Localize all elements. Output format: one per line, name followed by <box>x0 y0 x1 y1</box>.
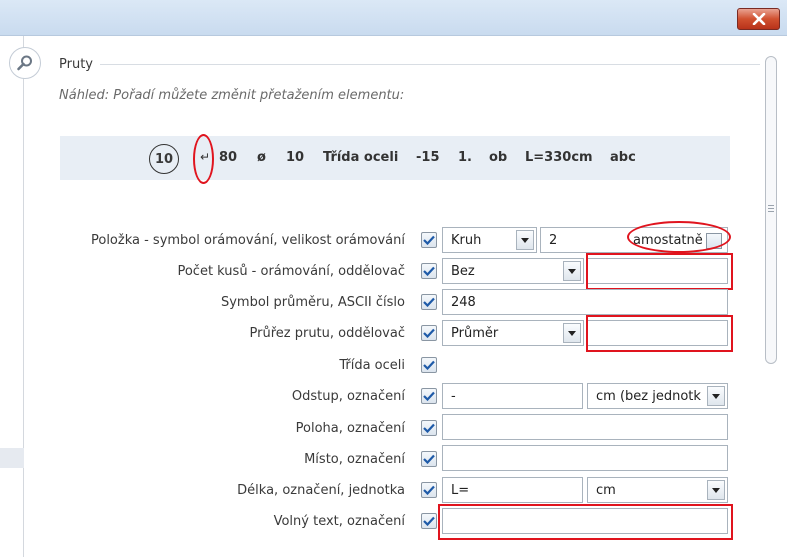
combo-length-unit-value: cm <box>596 482 616 498</box>
combo-length-unit[interactable]: cm <box>587 477 728 503</box>
check-icon <box>423 266 435 276</box>
label-position: Poloha, označení <box>295 421 405 436</box>
label-item-frame: Položka - symbol orámování, velikost orá… <box>90 233 405 248</box>
checkbox-position[interactable] <box>421 420 437 436</box>
close-x-icon <box>752 13 765 25</box>
highlight-box-free-text <box>438 504 733 540</box>
preview-item-spacing[interactable]: -15 <box>416 150 440 165</box>
combo-frame-shape-value: Kruh <box>451 232 482 248</box>
chevron-down-icon <box>712 393 720 399</box>
input-place-mark[interactable] <box>442 445 728 471</box>
label-spacing: Odstup, označení <box>291 389 405 404</box>
input-ascii-code[interactable]: 248 <box>442 289 728 315</box>
input-length-mark[interactable]: L= <box>442 477 583 503</box>
check-icon <box>423 360 435 370</box>
combo-spacing-unit[interactable]: cm (bez jednotk <box>587 383 728 409</box>
preview-item-circle[interactable]: 10 <box>149 144 179 174</box>
preview-item-diameter-symbol[interactable]: ø <box>257 150 266 165</box>
label-bar-section: Průřez prutu, oddělovač <box>249 326 405 341</box>
title-bar <box>0 0 787 36</box>
label-length: Délka, označení, jednotka <box>237 483 405 498</box>
checkbox-item-frame[interactable] <box>421 232 437 248</box>
chevron-down-icon <box>712 487 720 493</box>
input-frame-size-value: 2 <box>549 232 558 248</box>
label-piece-count: Počet kusů - orámování, oddělovač <box>177 264 405 279</box>
checkbox-free-text[interactable] <box>421 513 437 529</box>
checkbox-diameter-symbol[interactable] <box>421 294 437 310</box>
input-spacing-mark[interactable]: - <box>442 383 583 409</box>
check-icon <box>423 235 435 245</box>
check-icon <box>423 454 435 464</box>
preview-item-steel-class[interactable]: Třída oceli <box>323 150 398 165</box>
preview-item-text[interactable]: abc <box>610 150 636 165</box>
label-diameter-symbol: Symbol průměru, ASCII číslo <box>220 295 405 310</box>
label-steel-class: Třída oceli <box>339 358 405 373</box>
preview-item-diameter[interactable]: 10 <box>286 150 304 165</box>
combo-bar-section-value: Průměr <box>451 325 499 341</box>
checkbox-bar-section[interactable] <box>421 325 437 341</box>
close-button[interactable] <box>737 8 780 30</box>
scrollbar-grip-icon <box>768 205 774 213</box>
chevron-down-icon <box>521 237 529 243</box>
preview-item-position[interactable]: 1. <box>458 150 472 165</box>
dropdown-button[interactable] <box>516 230 534 250</box>
side-rail-band <box>0 448 24 468</box>
check-icon <box>423 391 435 401</box>
dropdown-button[interactable] <box>707 480 725 500</box>
input-length-mark-value: L= <box>451 482 470 498</box>
label-place: Místo, označení <box>304 452 405 467</box>
highlight-ellipse-separately <box>627 221 731 253</box>
input-ascii-code-value: 248 <box>451 294 476 310</box>
preview-item-count[interactable]: 80 <box>219 150 237 165</box>
section-title: Pruty <box>59 57 93 72</box>
combo-piece-frame-value: Bez <box>451 263 475 279</box>
side-rail-line <box>23 36 24 557</box>
checkbox-place[interactable] <box>421 451 437 467</box>
checkbox-spacing[interactable] <box>421 388 437 404</box>
preview-item-place[interactable]: ob <box>489 150 507 165</box>
check-icon <box>423 328 435 338</box>
dropdown-button[interactable] <box>563 261 581 281</box>
highlight-box-section-separator <box>586 315 733 352</box>
search-button[interactable] <box>9 47 41 79</box>
highlight-box-piece-separator <box>586 253 733 290</box>
combo-bar-section[interactable]: Průměr <box>442 320 584 346</box>
check-icon <box>423 485 435 495</box>
check-icon <box>423 423 435 433</box>
input-position-mark[interactable] <box>442 414 728 440</box>
checkbox-piece-count[interactable] <box>421 263 437 279</box>
checkbox-steel-class[interactable] <box>421 357 437 373</box>
check-icon <box>423 297 435 307</box>
chevron-down-icon <box>568 330 576 336</box>
search-icon <box>17 55 32 71</box>
section-divider <box>100 64 760 65</box>
check-icon <box>423 516 435 526</box>
input-spacing-mark-value: - <box>451 388 456 404</box>
dropdown-button[interactable] <box>707 386 725 406</box>
highlight-ellipse-enter <box>193 134 214 184</box>
combo-frame-shape[interactable]: Kruh <box>442 227 537 253</box>
chevron-down-icon <box>568 268 576 274</box>
combo-spacing-unit-value: cm (bez jednotk <box>596 388 701 404</box>
dropdown-button[interactable] <box>563 323 581 343</box>
preview-item-length[interactable]: L=330cm <box>525 150 593 165</box>
checkbox-length[interactable] <box>421 482 437 498</box>
combo-piece-frame[interactable]: Bez <box>442 258 584 284</box>
label-free-text: Volný text, označení <box>273 514 405 529</box>
preview-hint: Náhled: Pořadí můžete změnit přetažením … <box>59 88 405 103</box>
